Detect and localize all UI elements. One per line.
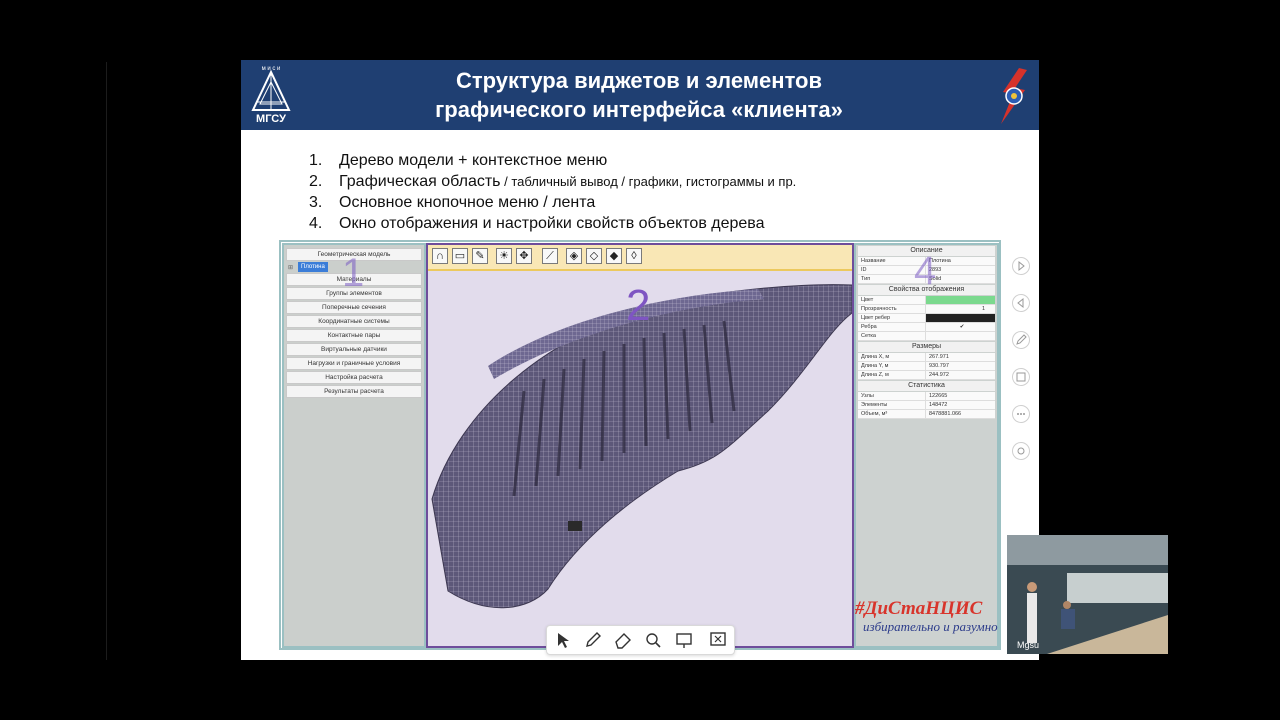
- overlay-number-1: 1: [342, 251, 365, 295]
- slide-title-line1: Структура виджетов и элементов: [455, 68, 823, 93]
- list-item: 2. Графическая область / табличный вывод …: [309, 173, 797, 190]
- graphics-area[interactable]: ∩ ▭ ✎ ☀ ✥ ⟋ ◈ ◇ ◆ ◊ 2: [426, 243, 854, 648]
- prop-row: Длина Y, м 930.797: [858, 362, 995, 371]
- list-item: 1. Дерево модели + контекстное меню: [309, 152, 608, 169]
- mesh-checkbox[interactable]: [925, 332, 995, 340]
- pen-icon[interactable]: [583, 630, 603, 650]
- mgsu-logo: м и с и МГСУ: [247, 64, 295, 126]
- presentation-slide: м и с и МГСУ Структура виджетов и элемен…: [241, 60, 1039, 660]
- slide-title-banner: м и с и МГСУ Структура виджетов и элемен…: [241, 60, 1039, 130]
- tree-button[interactable]: Нагрузки и граничные условия: [286, 357, 422, 370]
- play-next-icon[interactable]: [1012, 257, 1030, 275]
- svg-text:м и с и: м и с и: [262, 66, 281, 72]
- tree-button[interactable]: Виртуальные датчики: [286, 343, 422, 356]
- tree-button[interactable]: Результаты расчета: [286, 385, 422, 398]
- cube-iso-icon[interactable]: ◊: [626, 248, 642, 264]
- prop-row[interactable]: Ребра ✔: [858, 323, 995, 332]
- features-list: 1. Дерево модели + контекстное меню 2. Гра…: [309, 150, 796, 234]
- cube-icon[interactable]: ◈: [566, 248, 582, 264]
- zoom-icon[interactable]: [643, 630, 663, 650]
- color-swatch[interactable]: [925, 296, 995, 304]
- divider-line: [106, 62, 107, 660]
- list-item: 3. Основное кнопочное меню / лента: [309, 194, 596, 211]
- close-presentation-icon[interactable]: [708, 630, 728, 650]
- prop-row: Узлы 122665: [858, 392, 995, 401]
- presenter-toolbar: [546, 625, 735, 655]
- eraser-icon[interactable]: [613, 630, 633, 650]
- prop-row: Объем, м³ 8478881.066: [858, 410, 995, 419]
- subtitle-icon[interactable]: [1012, 368, 1030, 386]
- edge-color-swatch[interactable]: [925, 314, 995, 322]
- expand-icon[interactable]: ⊞: [288, 263, 293, 273]
- pen-icon[interactable]: [1012, 331, 1030, 349]
- properties-panel: 4 Описание Название Плотина ID 2893 Тип Sol…: [854, 243, 999, 648]
- play-prev-icon[interactable]: [1012, 294, 1030, 312]
- pencil-icon[interactable]: ✎: [472, 248, 488, 264]
- section-dimensions: Размеры: [858, 342, 995, 352]
- screen-icon[interactable]: [674, 630, 694, 650]
- transparency-slider[interactable]: 1: [925, 305, 995, 313]
- list-item: 4. Окно отображения и настройки свойств о…: [309, 215, 765, 232]
- section-statistics: Статистика: [858, 381, 995, 391]
- hashtag-banner: #ДиСтаНЦИС избирательно и разумно: [855, 598, 1045, 638]
- prop-row[interactable]: Цвет ребер: [858, 314, 995, 323]
- main-ribbon: ∩ ▭ ✎ ☀ ✥ ⟋ ◈ ◇ ◆ ◊: [428, 245, 852, 271]
- svg-text:МГСУ: МГСУ: [256, 113, 286, 125]
- overlay-number-2: 2: [626, 281, 651, 330]
- wrench-icon[interactable]: ⟋: [542, 248, 558, 264]
- bulb-icon[interactable]: ☀: [496, 248, 512, 264]
- hashtag-text: #ДиСтаНЦИС: [855, 598, 983, 619]
- slide-title-line2: графического интерфейса «клиента»: [435, 97, 843, 122]
- pointer-icon[interactable]: [553, 630, 573, 650]
- arch-icon[interactable]: ∩: [432, 248, 448, 264]
- more-icon[interactable]: [1012, 405, 1030, 423]
- prop-row[interactable]: Прозрачность 1: [858, 305, 995, 314]
- settings-icon[interactable]: [1012, 442, 1030, 460]
- tree-button[interactable]: Поперечные сечения: [286, 301, 422, 314]
- overlay-number-4: 4: [914, 249, 937, 293]
- tree-button[interactable]: Настройка расчета: [286, 371, 422, 384]
- cube-front-icon[interactable]: ◇: [586, 248, 602, 264]
- participant-name: Mgsu: [1017, 640, 1040, 650]
- move-icon[interactable]: ✥: [516, 248, 532, 264]
- prop-row: Элементы 148472: [858, 401, 995, 410]
- client-app-screenshot: Геометрическая модель ⊞ Плотина Материал…: [279, 240, 1001, 650]
- tree-node-label[interactable]: Плотина: [298, 262, 328, 272]
- slide-title: Структура виджетов и элементов графическ…: [301, 66, 977, 124]
- tree-button[interactable]: Контактные пары: [286, 329, 422, 342]
- folder-icon[interactable]: ▭: [452, 248, 468, 264]
- tree-button[interactable]: Координатные системы: [286, 315, 422, 328]
- edges-checkbox[interactable]: ✔: [925, 323, 995, 331]
- prop-row: Длина X, м 267.971: [858, 353, 995, 362]
- prop-row[interactable]: Цвет: [858, 296, 995, 305]
- model-tree-panel: Геометрическая модель ⊞ Плотина Материал…: [282, 243, 426, 648]
- prop-row[interactable]: Сетка: [858, 332, 995, 341]
- prop-row: Длина Z, м 244.972: [858, 371, 995, 380]
- cube-side-icon[interactable]: ◆: [606, 248, 622, 264]
- university-emblem-icon: [1001, 68, 1027, 124]
- slogan-text: избирательно и разумно: [863, 619, 998, 634]
